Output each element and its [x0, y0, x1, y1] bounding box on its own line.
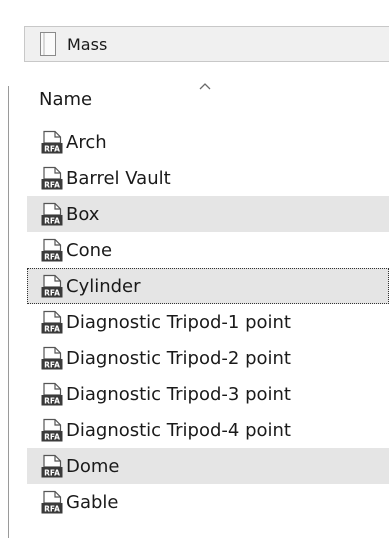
- file-name: Diagnostic Tripod-3 point: [66, 383, 291, 405]
- svg-text:RFA: RFA: [44, 396, 60, 405]
- file-name: Gable: [66, 491, 119, 513]
- rfa-file-icon: RFA: [41, 490, 63, 514]
- file-name: Diagnostic Tripod-2 point: [66, 347, 291, 369]
- rfa-file-icon: RFA: [41, 130, 63, 154]
- file-list-item[interactable]: RFA Cone: [27, 232, 389, 268]
- file-name: Dome: [66, 455, 120, 477]
- pane-divider: [8, 86, 9, 538]
- file-browser-pane: Mass Name RFA Arch RFA Barrel Vault RFA …: [0, 0, 389, 538]
- rfa-file-icon: RFA: [41, 418, 63, 442]
- path-folder-name: Mass: [67, 34, 108, 54]
- svg-text:RFA: RFA: [44, 324, 60, 333]
- svg-text:RFA: RFA: [44, 504, 60, 513]
- column-header-label: Name: [39, 89, 93, 110]
- rfa-file-icon: RFA: [41, 454, 63, 478]
- file-name: Diagnostic Tripod-4 point: [66, 419, 291, 441]
- file-list-item[interactable]: RFA Diagnostic Tripod-3 point: [27, 376, 389, 412]
- file-list-item[interactable]: RFA Diagnostic Tripod-4 point: [27, 412, 389, 448]
- file-name: Barrel Vault: [66, 167, 171, 189]
- rfa-file-icon: RFA: [41, 166, 63, 190]
- rfa-file-icon: RFA: [41, 310, 63, 334]
- file-name: Cone: [66, 239, 113, 261]
- svg-text:RFA: RFA: [44, 432, 60, 441]
- file-list: RFA Arch RFA Barrel Vault RFA Box RFA Co…: [27, 124, 389, 520]
- svg-text:RFA: RFA: [44, 252, 60, 261]
- svg-text:RFA: RFA: [44, 288, 60, 297]
- svg-text:RFA: RFA: [44, 180, 60, 189]
- rfa-file-icon: RFA: [41, 382, 63, 406]
- file-name: Arch: [66, 131, 107, 153]
- file-list-item[interactable]: RFA Diagnostic Tripod-2 point: [27, 340, 389, 376]
- path-bar[interactable]: Mass: [24, 26, 389, 62]
- rfa-file-icon: RFA: [41, 202, 63, 226]
- file-list-item[interactable]: RFA Barrel Vault: [27, 160, 389, 196]
- svg-text:RFA: RFA: [44, 468, 60, 477]
- rfa-file-icon: RFA: [41, 238, 63, 262]
- file-list-item[interactable]: RFA Gable: [27, 484, 389, 520]
- file-name: Box: [66, 203, 100, 225]
- rfa-file-icon: RFA: [41, 274, 63, 298]
- rfa-file-icon: RFA: [41, 346, 63, 370]
- column-header-name[interactable]: Name: [27, 80, 389, 116]
- file-name: Cylinder: [66, 275, 141, 297]
- svg-text:RFA: RFA: [44, 216, 60, 225]
- file-list-item[interactable]: RFA Arch: [27, 124, 389, 160]
- file-list-item[interactable]: RFA Dome: [27, 448, 389, 484]
- file-name: Diagnostic Tripod-1 point: [66, 311, 291, 333]
- sort-ascending-icon: [198, 76, 212, 90]
- svg-text:RFA: RFA: [44, 144, 60, 153]
- folder-icon: [37, 30, 59, 58]
- file-list-item[interactable]: RFA Box: [27, 196, 389, 232]
- file-list-item[interactable]: RFA Diagnostic Tripod-1 point: [27, 304, 389, 340]
- svg-text:RFA: RFA: [44, 360, 60, 369]
- file-list-item[interactable]: RFA Cylinder: [27, 268, 389, 304]
